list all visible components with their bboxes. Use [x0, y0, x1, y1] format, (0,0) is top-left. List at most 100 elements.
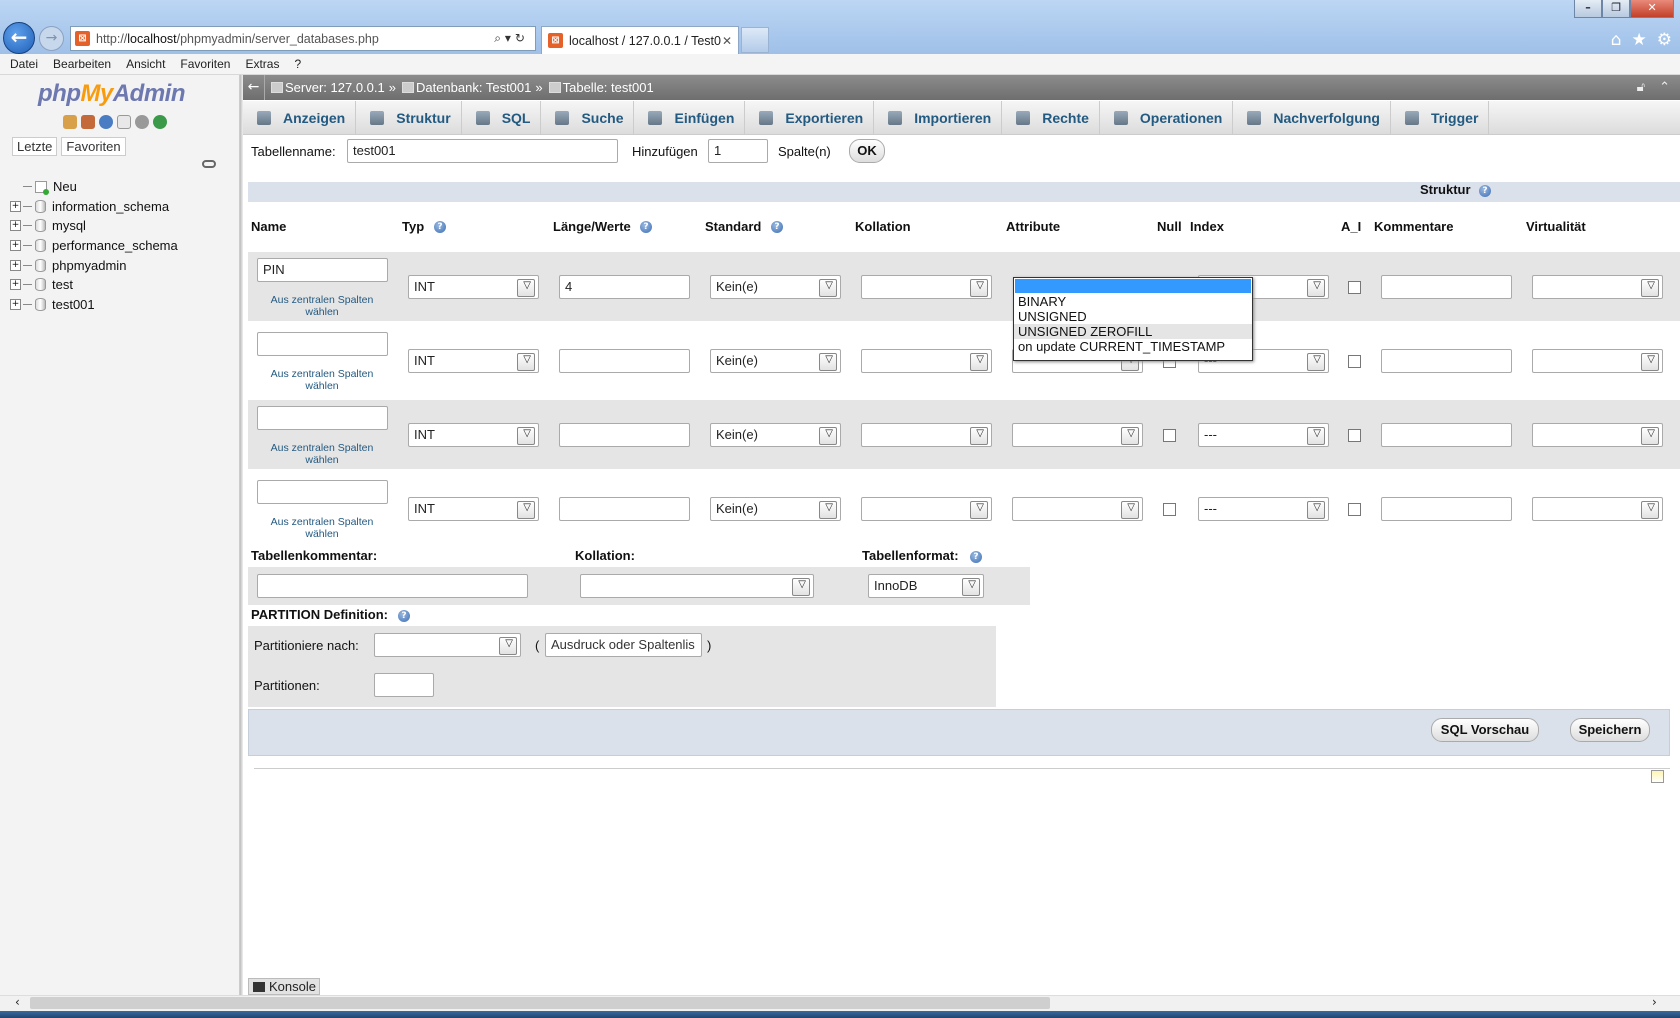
tree-label[interactable]: performance_schema: [52, 238, 178, 253]
column-collation-select[interactable]: ▽: [861, 497, 992, 521]
attribute-option-unsigned-zerofill[interactable]: UNSIGNED ZEROFILL: [1014, 324, 1252, 339]
column-name-input[interactable]: [257, 332, 388, 356]
column-length-input[interactable]: [559, 497, 690, 521]
column-collation-select[interactable]: ▽: [861, 349, 992, 373]
central-columns-link[interactable]: Aus zentralen Spalten wählen: [262, 442, 382, 466]
tree-label[interactable]: test: [52, 277, 73, 292]
tab-suche[interactable]: Suche: [541, 101, 635, 135]
attribute-option-on-update[interactable]: on update CURRENT_TIMESTAMP: [1014, 339, 1252, 354]
tab-importieren[interactable]: Importieren: [874, 101, 1003, 135]
tab-nachverfolgung[interactable]: Nachverfolgung: [1233, 101, 1391, 135]
partition-by-select[interactable]: ▽: [374, 633, 521, 657]
expand-icon[interactable]: +: [10, 279, 21, 291]
column-collation-select[interactable]: ▽: [861, 275, 992, 299]
new-tab-button[interactable]: [741, 27, 769, 53]
central-columns-link[interactable]: Aus zentralen Spalten wählen: [262, 368, 382, 392]
central-columns-link[interactable]: Aus zentralen Spalten wählen: [262, 516, 382, 540]
recent-tab[interactable]: Letzte: [12, 137, 58, 156]
auto-increment-checkbox[interactable]: [1348, 429, 1361, 442]
expand-icon[interactable]: +: [10, 298, 21, 310]
help-icon[interactable]: ?: [970, 551, 982, 563]
page-settings-icon[interactable]: [1651, 770, 1664, 783]
column-length-input[interactable]: [559, 423, 690, 447]
favorites-tab[interactable]: Favoriten: [61, 137, 126, 156]
home-icon[interactable]: ⌂: [1611, 30, 1622, 50]
forward-button[interactable]: →: [39, 26, 64, 51]
column-collation-select[interactable]: ▽: [861, 423, 992, 447]
tree-label[interactable]: information_schema: [52, 199, 169, 214]
expand-icon[interactable]: +: [10, 240, 21, 252]
tab-rechte[interactable]: Rechte: [1002, 101, 1100, 135]
auto-increment-checkbox[interactable]: [1348, 503, 1361, 516]
column-index-select[interactable]: --- ▽: [1198, 497, 1329, 521]
column-attribute-select[interactable]: ▽: [1012, 423, 1143, 447]
table-collation-select[interactable]: ▽: [580, 574, 814, 598]
settings-icon[interactable]: [135, 115, 149, 129]
link-icon[interactable]: [202, 160, 216, 168]
reload-icon[interactable]: [153, 115, 167, 129]
search-refresh-icons[interactable]: ⌕▾↻: [494, 31, 535, 46]
maximize-icon[interactable]: ❐: [1602, 0, 1631, 18]
menu-help[interactable]: ?: [294, 57, 301, 71]
menu-bearbeiten[interactable]: Bearbeiten: [53, 57, 111, 71]
column-virtuality-select[interactable]: ▽: [1532, 497, 1663, 521]
add-count-input[interactable]: 1: [708, 139, 768, 163]
ok-button[interactable]: OK: [849, 139, 885, 163]
home-icon[interactable]: [63, 115, 77, 129]
scroll-left-icon[interactable]: ‹: [15, 995, 20, 1009]
lock-icon[interactable]: 🔓︎: [1637, 80, 1645, 95]
help-icon[interactable]: ?: [1479, 185, 1491, 197]
column-index-select[interactable]: --- ▽: [1198, 423, 1329, 447]
attribute-option-unsigned[interactable]: UNSIGNED: [1014, 309, 1252, 324]
scrollbar-thumb[interactable]: [30, 997, 1050, 1009]
column-comment-input[interactable]: [1381, 423, 1512, 447]
breadcrumb-server[interactable]: Server: 127.0.0.1: [285, 80, 385, 95]
tab-close-icon[interactable]: ✕: [722, 34, 738, 48]
expand-icon[interactable]: +: [10, 220, 21, 232]
browser-tab[interactable]: ⊠ localhost / 127.0.0.1 / Test0... ✕: [541, 26, 739, 54]
tree-label[interactable]: mysql: [52, 218, 86, 233]
tree-item-information-schema[interactable]: + information_schema: [10, 197, 178, 217]
breadcrumb-table[interactable]: Tabelle: test001: [563, 80, 654, 95]
column-name-input[interactable]: [257, 480, 388, 504]
tab-einfuegen[interactable]: Einfügen: [634, 101, 746, 135]
column-type-select[interactable]: INT ▽: [408, 349, 539, 373]
column-length-input[interactable]: [559, 349, 690, 373]
docs-icon[interactable]: [117, 115, 131, 129]
save-button[interactable]: Speichern: [1570, 718, 1650, 742]
nav-resizer[interactable]: [240, 75, 243, 995]
tree-item-mysql[interactable]: + mysql: [10, 216, 178, 236]
sql-preview-button[interactable]: SQL Vorschau: [1431, 718, 1539, 742]
column-default-select[interactable]: Kein(e) ▽: [710, 349, 841, 373]
tab-struktur[interactable]: Struktur: [356, 101, 462, 135]
column-name-input[interactable]: [257, 406, 388, 430]
tree-item-test001[interactable]: + test001: [10, 295, 178, 315]
column-attribute-select[interactable]: ▽: [1012, 497, 1143, 521]
help-icon[interactable]: ?: [434, 221, 446, 233]
partitions-input[interactable]: [374, 673, 434, 697]
column-length-input[interactable]: 4: [559, 275, 690, 299]
minimize-icon[interactable]: –: [1574, 0, 1603, 18]
tree-label[interactable]: phpmyadmin: [52, 258, 126, 273]
table-comment-input[interactable]: [257, 574, 528, 598]
attribute-dropdown-list[interactable]: BINARY UNSIGNED UNSIGNED ZEROFILL on upd…: [1013, 277, 1253, 361]
auto-increment-checkbox[interactable]: [1348, 281, 1361, 294]
scroll-right-icon[interactable]: ›: [1652, 995, 1657, 1009]
column-type-select[interactable]: INT ▽: [408, 423, 539, 447]
help-icon[interactable]: ?: [398, 610, 410, 622]
tree-label[interactable]: Neu: [53, 179, 77, 194]
attribute-option-blank[interactable]: [1015, 279, 1251, 293]
auto-increment-checkbox[interactable]: [1348, 355, 1361, 368]
address-url[interactable]: http://localhost/phpmyadmin/server_datab…: [96, 32, 494, 46]
menu-datei[interactable]: Datei: [10, 57, 38, 71]
null-checkbox[interactable]: [1163, 503, 1176, 516]
help-icon[interactable]: ?: [640, 221, 652, 233]
tab-trigger[interactable]: Trigger: [1391, 101, 1490, 135]
menu-extras[interactable]: Extras: [245, 57, 279, 71]
tree-item-phpmyadmin[interactable]: + phpmyadmin: [10, 255, 178, 275]
table-name-input[interactable]: test001: [347, 139, 618, 163]
breadcrumb-database[interactable]: Datenbank: Test001: [416, 80, 531, 95]
tree-item-new[interactable]: Neu: [10, 177, 178, 197]
tab-operationen[interactable]: Operationen: [1100, 101, 1234, 135]
collapse-nav-icon[interactable]: ←: [243, 75, 265, 100]
